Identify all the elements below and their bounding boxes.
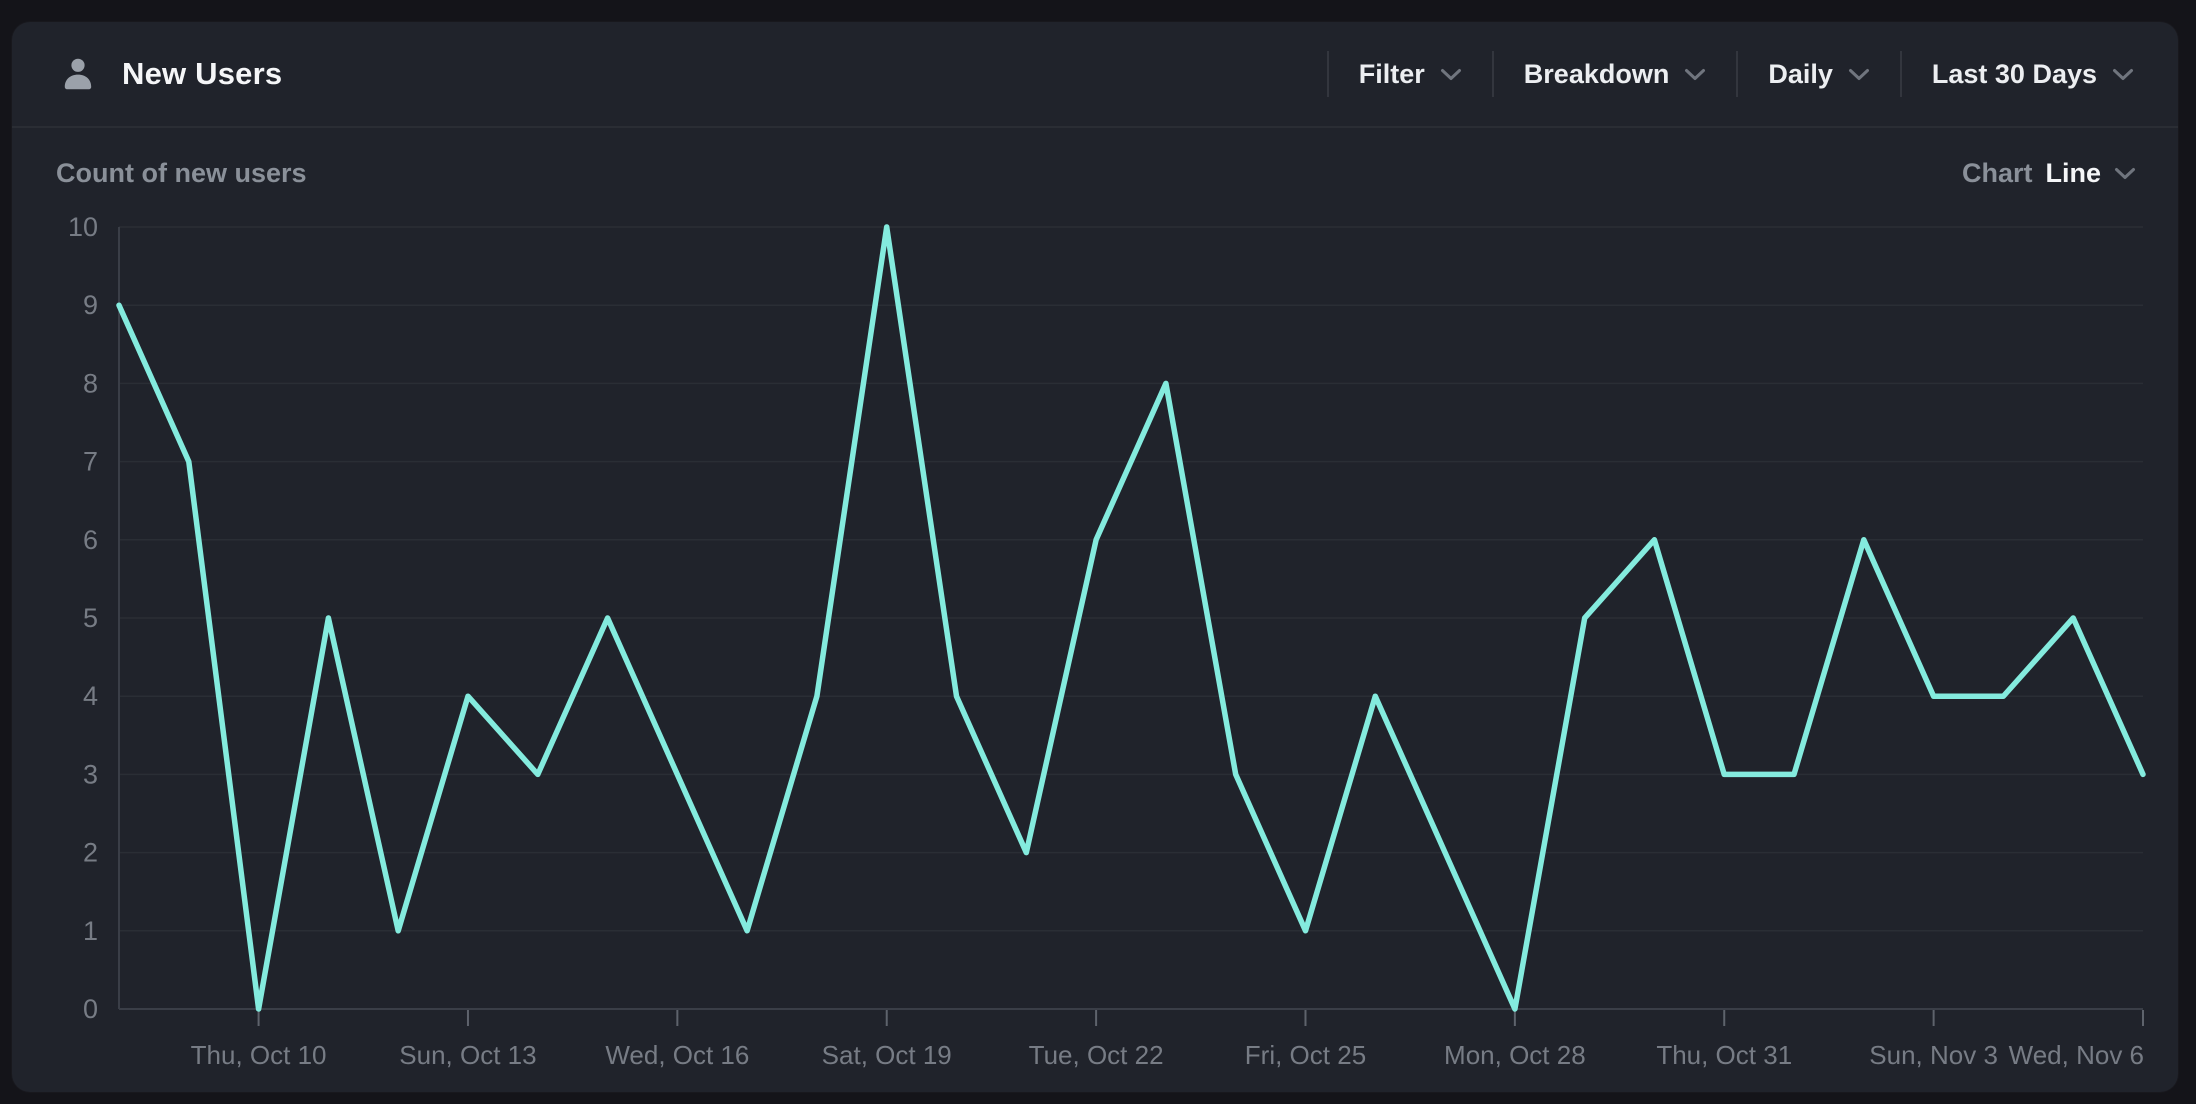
y-axis-label: 9	[83, 290, 98, 320]
x-axis-label: Thu, Oct 10	[191, 1040, 327, 1070]
x-axis-label: Thu, Oct 31	[1656, 1040, 1792, 1070]
x-axis-label: Wed, Oct 16	[605, 1040, 749, 1070]
y-axis-label: 4	[83, 681, 98, 711]
y-axis-label: 7	[83, 447, 98, 477]
line-chart: 0 1 2 3 4 5 6 7 8 9 10 Thu, Oct 10 Sun, Oct 13 Wed, O…	[12, 22, 2178, 1092]
x-axis-label: Wed, Nov 6	[2009, 1040, 2144, 1070]
y-axis-label: 1	[83, 916, 98, 946]
x-axis-label: Mon, Oct 28	[1444, 1040, 1586, 1070]
y-axis-label: 6	[83, 525, 98, 555]
x-axis-label: Tue, Oct 22	[1029, 1040, 1164, 1070]
x-axis-label: Sun, Oct 13	[399, 1040, 536, 1070]
y-axis-label: 2	[83, 838, 98, 868]
y-axis-label: 10	[68, 212, 98, 242]
y-axis-label: 0	[83, 994, 98, 1024]
dashboard-page: New Users Filter Breakdown Daily	[0, 0, 2196, 1104]
x-axis-label: Fri, Oct 25	[1245, 1040, 1366, 1070]
x-axis-label: Sat, Oct 19	[822, 1040, 952, 1070]
y-axis-label: 8	[83, 368, 98, 398]
new-users-widget: New Users Filter Breakdown Daily	[12, 22, 2178, 1092]
x-axis-label: Sun, Nov 3	[1869, 1040, 1998, 1070]
y-axis-label: 3	[83, 759, 98, 789]
y-axis-label: 5	[83, 603, 98, 633]
